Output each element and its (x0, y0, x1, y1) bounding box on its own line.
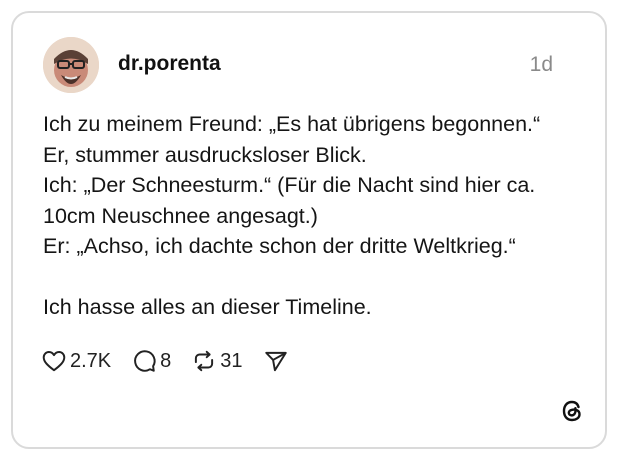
action-bar: 2.7K 8 31 (41, 346, 309, 376)
send-icon (263, 348, 289, 374)
threads-logo-icon[interactable] (558, 397, 586, 425)
post-line: Er, stummer ausdrucksloser Blick. (43, 142, 367, 167)
post-line: 10cm Neuschnee angesagt.) (43, 203, 318, 228)
avatar[interactable] (43, 37, 99, 93)
comment-icon (131, 348, 157, 374)
share-button[interactable] (263, 348, 289, 374)
timestamp: 1d (529, 53, 553, 76)
post-body: Ich zu meinem Freund: „Es hat übrigens b… (43, 109, 588, 323)
post-line: Ich: „Der Schneesturm.“ (Für die Nacht s… (43, 173, 536, 197)
repost-button[interactable]: 31 (191, 348, 243, 374)
post-line: Ich zu meinem Freund: „Es hat übrigens b… (43, 112, 541, 136)
repost-count: 31 (220, 350, 243, 372)
post-card: dr.porenta 1d Ich zu meinem Freund: „Es … (11, 11, 607, 449)
post-line: Ich hasse alles an dieser Timeline. (43, 295, 372, 319)
reply-button[interactable]: 8 (131, 348, 171, 374)
post-line: Er: „Achso, ich dachte schon der dritte … (43, 234, 516, 258)
like-button[interactable]: 2.7K (41, 348, 111, 374)
heart-icon (41, 348, 67, 374)
reply-count: 8 (160, 350, 172, 372)
repost-icon (191, 348, 217, 374)
username[interactable]: dr.porenta (118, 51, 221, 77)
like-count: 2.7K (70, 350, 112, 372)
